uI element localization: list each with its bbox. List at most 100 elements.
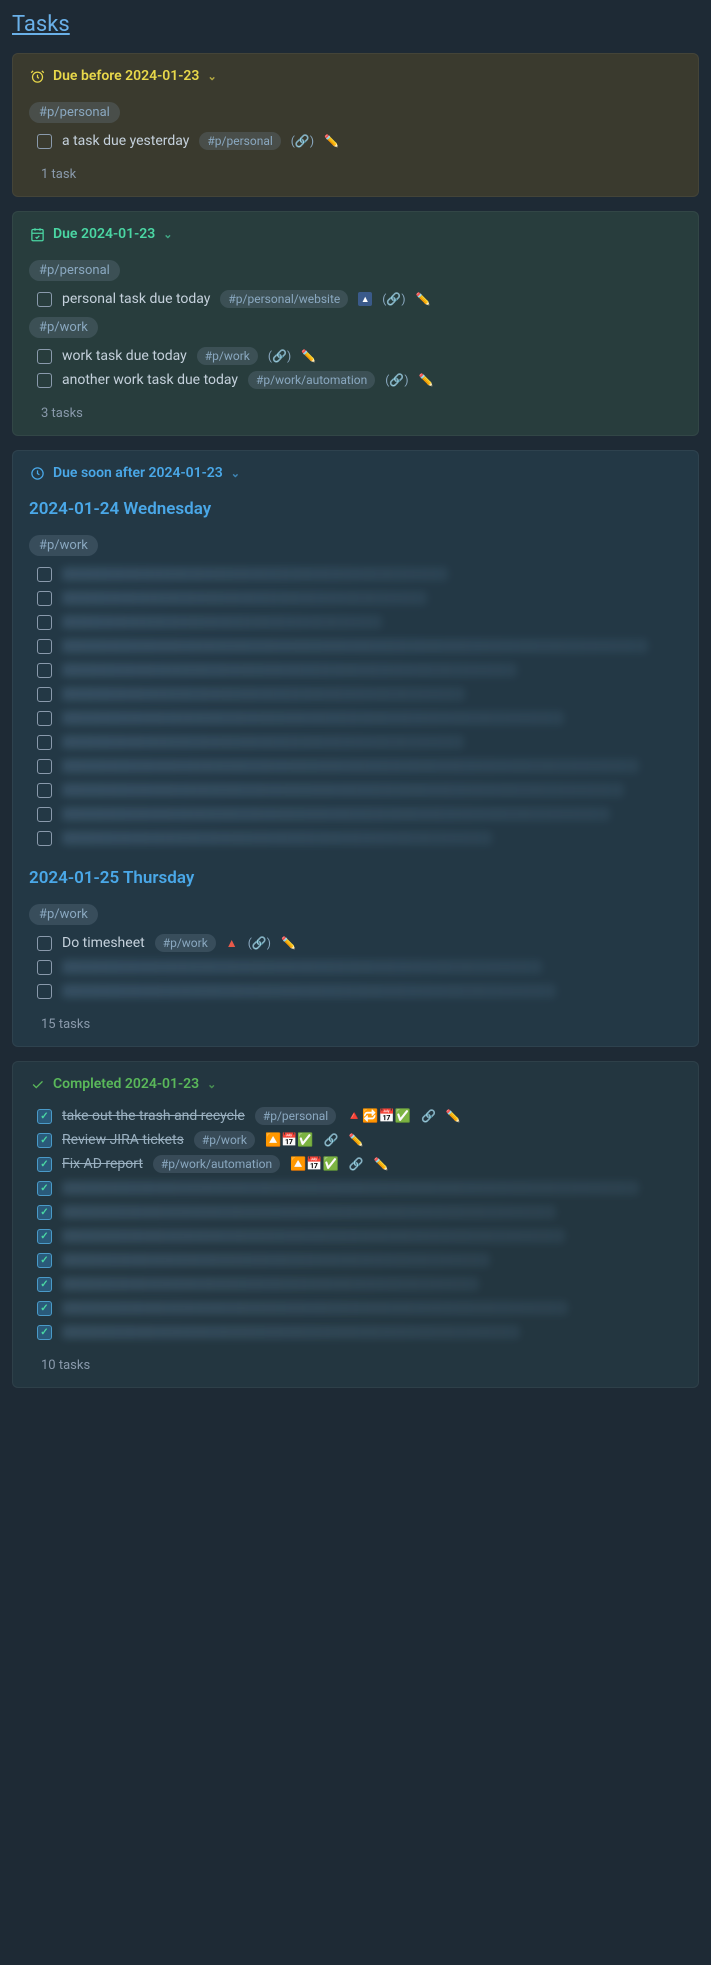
task-count: 3 tasks (41, 406, 682, 421)
task-text-blurred (62, 1227, 682, 1245)
task-row-blurred (37, 586, 682, 610)
chevron-down-icon: ⌄ (207, 70, 216, 83)
task-checkbox[interactable] (37, 292, 52, 307)
task-row-blurred (37, 730, 682, 754)
section-header-completed[interactable]: Completed 2024-01-23 ⌄ (29, 1076, 682, 1092)
task-checkbox[interactable] (37, 783, 52, 798)
task-row-blurred (37, 1248, 682, 1272)
clock-icon (29, 465, 45, 481)
task-checkbox[interactable] (37, 687, 52, 702)
group-tag[interactable]: #p/personal (29, 260, 120, 281)
task-text-blurred (62, 565, 682, 583)
task-text[interactable]: Review JIRA tickets (62, 1132, 184, 1148)
task-text[interactable]: a task due yesterday (62, 133, 189, 149)
group-tag[interactable]: #p/personal (29, 102, 120, 123)
task-checkbox[interactable] (37, 936, 52, 951)
task-tag[interactable]: #p/work/automation (153, 1155, 280, 1173)
task-row: a task due yesterday #p/personal (🔗) ✏️ (37, 129, 682, 153)
section-soon: Due soon after 2024-01-23 ⌄ 2024-01-24 W… (12, 450, 699, 1047)
task-checkbox[interactable] (37, 960, 52, 975)
task-checkbox[interactable] (37, 831, 52, 846)
task-text[interactable]: work task due today (62, 348, 187, 364)
task-text[interactable]: another work task due today (62, 372, 238, 388)
task-tag[interactable]: #p/personal (199, 132, 280, 150)
link-icon[interactable]: 🔗 (349, 1157, 364, 1171)
task-text-blurred (62, 757, 682, 775)
task-text-blurred (62, 709, 682, 727)
task-tag[interactable]: #p/work/automation (248, 371, 375, 389)
section-header-today[interactable]: Due 2024-01-23 ⌄ (29, 226, 682, 242)
task-checkbox[interactable] (37, 984, 52, 999)
task-status-icons: 🔺🔁📅✅ (346, 1109, 411, 1124)
task-checkbox[interactable] (37, 1109, 52, 1124)
task-tag[interactable]: #p/work (155, 934, 216, 952)
link-icon[interactable]: 🔗 (295, 134, 310, 148)
priority-up-icon: ▲ (358, 292, 372, 306)
task-checkbox[interactable] (37, 639, 52, 654)
task-text[interactable]: take out the trash and recycle (62, 1108, 245, 1124)
link-icon[interactable]: 🔗 (386, 292, 401, 306)
task-checkbox[interactable] (37, 759, 52, 774)
task-tag[interactable]: #p/personal (255, 1107, 336, 1125)
task-checkbox[interactable] (37, 1277, 52, 1292)
section-header-overdue[interactable]: Due before 2024-01-23 ⌄ (29, 68, 682, 84)
task-checkbox[interactable] (37, 591, 52, 606)
task-checkbox[interactable] (37, 1325, 52, 1340)
task-checkbox[interactable] (37, 1253, 52, 1268)
link-icon[interactable]: 🔗 (389, 373, 404, 387)
link-icon[interactable]: 🔗 (272, 349, 287, 363)
edit-icon[interactable]: ✏️ (374, 1157, 389, 1171)
task-checkbox[interactable] (37, 711, 52, 726)
task-tag[interactable]: #p/personal/website (220, 290, 348, 308)
group-tag[interactable]: #p/work (29, 317, 98, 338)
group-tag[interactable]: #p/work (29, 904, 98, 925)
task-checkbox[interactable] (37, 615, 52, 630)
link-icon[interactable]: 🔗 (324, 1133, 339, 1147)
task-text[interactable]: Do timesheet (62, 935, 145, 951)
task-text-blurred (62, 1179, 682, 1197)
task-checkbox[interactable] (37, 1205, 52, 1220)
page-title[interactable]: Tasks (12, 12, 70, 37)
task-text-blurred (62, 958, 682, 976)
task-checkbox[interactable] (37, 663, 52, 678)
task-checkbox[interactable] (37, 735, 52, 750)
edit-icon[interactable]: ✏️ (324, 134, 339, 148)
edit-icon[interactable]: ✏️ (416, 292, 431, 306)
task-text-blurred (62, 805, 682, 823)
task-checkbox[interactable] (37, 1301, 52, 1316)
edit-icon[interactable]: ✏️ (281, 936, 296, 950)
task-checkbox[interactable] (37, 1181, 52, 1196)
task-row-blurred (37, 706, 682, 730)
edit-icon[interactable]: ✏️ (301, 349, 316, 363)
edit-icon[interactable]: ✏️ (446, 1109, 461, 1123)
task-checkbox[interactable] (37, 134, 52, 149)
task-row-blurred (37, 1296, 682, 1320)
task-count: 10 tasks (41, 1358, 682, 1373)
task-row-blurred (37, 955, 682, 979)
task-checkbox[interactable] (37, 1229, 52, 1244)
link-icon[interactable]: 🔗 (421, 1109, 436, 1123)
task-row-blurred (37, 658, 682, 682)
task-checkbox[interactable] (37, 807, 52, 822)
section-header-soon[interactable]: Due soon after 2024-01-23 ⌄ (29, 465, 682, 481)
task-checkbox[interactable] (37, 1133, 52, 1148)
task-row-blurred (37, 1176, 682, 1200)
task-text[interactable]: Fix AD report (62, 1156, 143, 1172)
task-row: take out the trash and recycle #p/person… (37, 1104, 682, 1128)
task-tag[interactable]: #p/work (197, 347, 258, 365)
edit-icon[interactable]: ✏️ (419, 373, 434, 387)
task-row-blurred (37, 1200, 682, 1224)
task-text-blurred (62, 733, 682, 751)
edit-icon[interactable]: ✏️ (348, 1133, 363, 1147)
task-checkbox[interactable] (37, 349, 52, 364)
task-tag[interactable]: #p/work (194, 1131, 255, 1149)
task-row-blurred (37, 802, 682, 826)
task-row-blurred (37, 826, 682, 850)
task-checkbox[interactable] (37, 567, 52, 582)
task-checkbox[interactable] (37, 1157, 52, 1172)
task-text[interactable]: personal task due today (62, 291, 210, 307)
section-title: Due 2024-01-23 (53, 226, 155, 242)
task-checkbox[interactable] (37, 373, 52, 388)
group-tag[interactable]: #p/work (29, 535, 98, 556)
link-icon[interactable]: 🔗 (252, 936, 267, 950)
